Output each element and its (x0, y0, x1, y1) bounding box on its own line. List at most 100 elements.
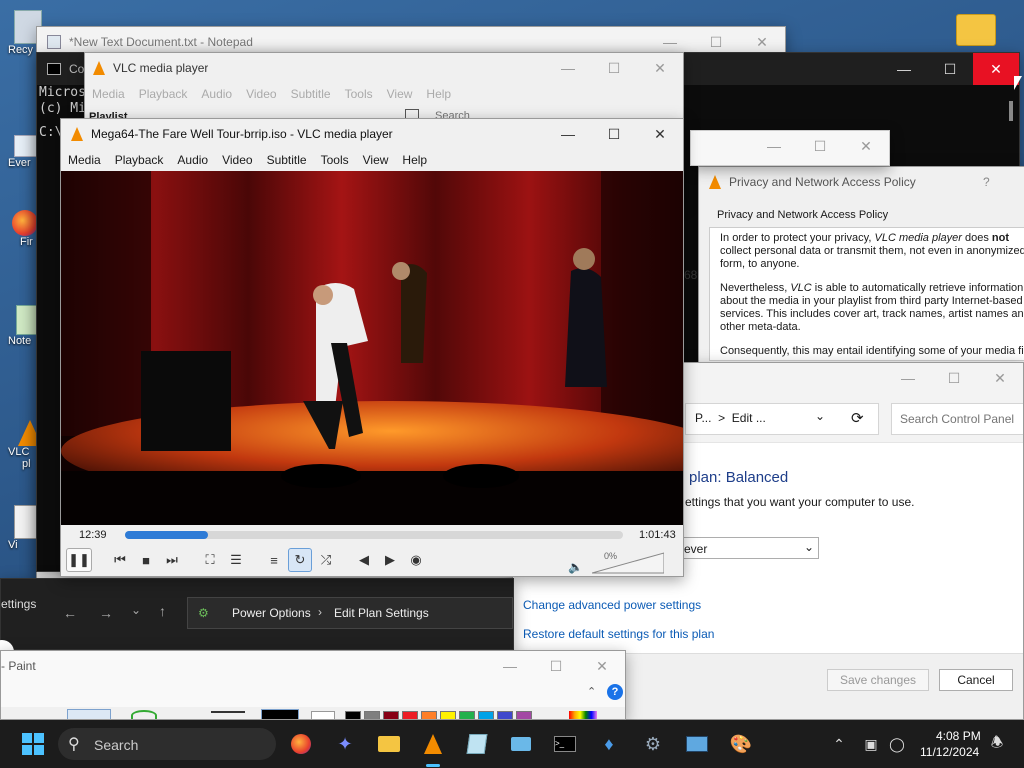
notepad-taskbar-icon[interactable] (464, 732, 490, 756)
chevron-up-icon[interactable]: ⌃ (826, 732, 852, 756)
vlc-back-minimize-button[interactable]: — (545, 53, 591, 83)
history-chevron-icon[interactable]: ⌄ (131, 603, 141, 617)
menu-playback[interactable]: Playback (132, 87, 195, 101)
vlc-main-minimize-button[interactable]: — (545, 119, 591, 149)
shapes-tool-icon[interactable] (131, 710, 157, 719)
control-panel-minimize-button[interactable]: — (885, 363, 931, 393)
hidden-minimize-button[interactable]: — (751, 131, 797, 161)
save-changes-button[interactable]: Save changes (827, 669, 929, 691)
refresh-icon[interactable]: ⟳ (851, 409, 864, 427)
menu-media[interactable]: Media (61, 153, 108, 167)
palette-color-swatch[interactable] (345, 711, 361, 719)
vlc-main-close-button[interactable]: ✕ (637, 119, 683, 149)
puzzle-app-icon[interactable]: ♦ (596, 732, 622, 756)
playlist-button[interactable]: ≡ (262, 548, 286, 572)
vlc-main-window[interactable]: Mega64-The Fare Well Tour-brrip.iso - VL… (60, 118, 684, 577)
hidden-close-button[interactable]: ✕ (843, 131, 889, 161)
shuffle-button[interactable]: ⤮ (314, 548, 338, 572)
stop-button[interactable]: ■ (134, 548, 158, 572)
link-advanced-settings[interactable]: Change advanced power settings (523, 598, 701, 612)
palette-color-swatch[interactable] (364, 711, 380, 719)
control-panel-icon[interactable] (684, 732, 710, 756)
tray-notification-icon[interactable]: ▣ (858, 732, 884, 756)
hidden-maximize-button[interactable]: ☐ (797, 131, 843, 161)
volume-slider[interactable] (591, 552, 665, 574)
next-button[interactable]: ⏭ (160, 548, 184, 572)
palette-color-swatch[interactable] (440, 711, 456, 719)
extended-settings-button[interactable]: ☰ (224, 548, 248, 572)
cmd-minimize-button[interactable]: — (881, 53, 927, 85)
palette-color-swatch[interactable] (497, 711, 513, 719)
fullscreen-button[interactable]: ⛶ (198, 548, 222, 572)
vlc-back-close-button[interactable]: ✕ (637, 53, 683, 83)
network-icon[interactable]: ◯ (884, 732, 910, 756)
menu-subtitle[interactable]: Subtitle (284, 87, 338, 101)
menu-tools[interactable]: Tools (314, 153, 356, 167)
up-arrow-icon[interactable]: ↑ (159, 603, 166, 619)
color1-swatch[interactable] (261, 709, 299, 719)
ab-loop-button[interactable]: ◉ (404, 548, 428, 572)
taskbar-search-box[interactable]: ⚲ Search (58, 728, 276, 760)
paint-window[interactable]: - Paint — ☐ ✕ ⌃ ? (0, 650, 626, 720)
start-windows-icon[interactable] (20, 732, 46, 756)
sleep-dropdown[interactable]: ever ⌄ (673, 537, 819, 559)
previous-button[interactable]: ⏮ (108, 548, 132, 572)
file-explorer-icon[interactable] (376, 732, 402, 756)
volume-icon[interactable]: 🔈 (568, 560, 583, 574)
firefox-icon[interactable] (288, 732, 314, 756)
palette-color-swatch[interactable] (383, 711, 399, 719)
privacy-dialog[interactable]: Privacy and Network Access Policy ? Priv… (698, 166, 1024, 366)
palette-color-swatch[interactable] (516, 711, 532, 719)
explorer-crumb-power-options[interactable]: Power Options (232, 606, 311, 620)
hidden-window[interactable]: — ☐ ✕ (690, 130, 890, 166)
back-arrow-icon[interactable]: ← (63, 605, 77, 621)
explorer-address-bar[interactable]: ⚙ Power Options › Edit Plan Settings (187, 597, 513, 629)
menu-tools[interactable]: Tools (338, 87, 380, 101)
vlc-back-maximize-button[interactable]: ☐ (591, 53, 637, 83)
edit-colors-icon[interactable] (569, 711, 597, 719)
paint-close-button[interactable]: ✕ (579, 651, 625, 681)
clock-date[interactable]: 11/12/2024 (920, 745, 979, 759)
link-restore-defaults[interactable]: Restore default settings for this plan (523, 627, 714, 641)
paint-minimize-button[interactable]: — (487, 651, 533, 681)
privacy-help-button[interactable]: ? (983, 175, 990, 189)
paint-maximize-button[interactable]: ☐ (533, 651, 579, 681)
palette-color-swatch[interactable] (459, 711, 475, 719)
forward-arrow-icon[interactable]: → (99, 605, 113, 621)
notification-bell-icon[interactable]: 🕭 (984, 732, 1010, 756)
line-size-icon[interactable] (211, 711, 245, 713)
paint-help-button[interactable]: ? (607, 684, 623, 700)
palette-color-swatch[interactable] (402, 711, 418, 719)
cmd-close-button[interactable]: ✕ (973, 53, 1019, 85)
explorer-crumb-edit-plan[interactable]: Edit Plan Settings (334, 606, 429, 620)
menu-video[interactable]: Video (239, 87, 283, 101)
palette-color-swatch[interactable] (478, 711, 494, 719)
vlc-main-maximize-button[interactable]: ☐ (591, 119, 637, 149)
explorer-window[interactable]: ettings ← → ⌄ ↑ ⚙ Power Options › Edit P… (0, 578, 514, 650)
color2-swatch[interactable] (311, 711, 335, 719)
terminal-icon[interactable]: >_ (552, 732, 578, 756)
bird-app-icon[interactable]: ✦ (332, 732, 358, 756)
paint-icon[interactable]: 🎨 (728, 732, 754, 756)
app-window-icon[interactable] (508, 732, 534, 756)
address-dropdown-icon[interactable]: ⌄ (815, 409, 825, 423)
frame-forward-button[interactable]: ▶ (378, 548, 402, 572)
control-panel-search-input[interactable] (891, 403, 1023, 435)
menu-audio[interactable]: Audio (194, 87, 239, 101)
palette-color-swatch[interactable] (421, 711, 437, 719)
video-frame[interactable] (61, 171, 683, 525)
cancel-button[interactable]: Cancel (939, 669, 1013, 691)
cmd-scroll-thumb[interactable] (1009, 101, 1013, 121)
menu-audio[interactable]: Audio (170, 153, 215, 167)
menu-playback[interactable]: Playback (108, 153, 171, 167)
cmd-maximize-button[interactable]: ☐ (927, 53, 973, 85)
address-breadcrumb[interactable]: P... > Edit ... (695, 411, 766, 425)
menu-media[interactable]: Media (85, 87, 132, 101)
ribbon-collapse-icon[interactable]: ⌃ (587, 685, 596, 698)
folder-icon[interactable] (956, 14, 996, 46)
seek-bar[interactable] (125, 531, 623, 539)
control-panel-maximize-button[interactable]: ☐ (931, 363, 977, 393)
menu-help[interactable]: Help (395, 153, 434, 167)
pause-button[interactable]: ❚❚ (66, 548, 92, 572)
menu-view[interactable]: View (380, 87, 420, 101)
